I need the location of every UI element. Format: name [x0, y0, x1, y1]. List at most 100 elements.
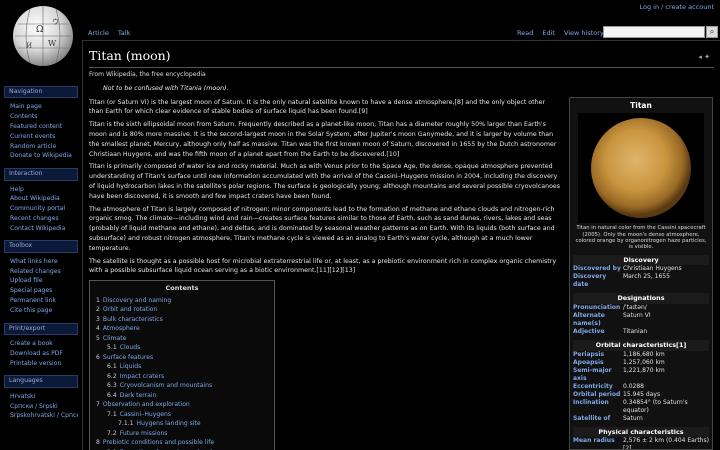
portlet-heading[interactable]: Print/export — [4, 322, 78, 335]
svg-text:Ω: Ω — [36, 25, 43, 35]
toc-item[interactable]: 7.2 Future missions — [96, 429, 268, 439]
toc-item[interactable]: 4 Atmosphere — [96, 324, 268, 334]
toc-item[interactable]: 6.3 Cryovolcanism and mountains — [96, 381, 268, 391]
infobox-label[interactable]: Orbital period — [573, 391, 623, 399]
sidebar-item-download-pdf[interactable]: Download as PDF — [4, 349, 78, 359]
article-paragraph: Titan is primarily composed of water ice… — [89, 163, 561, 200]
toc-item[interactable]: 6.4 Dark terrain — [96, 391, 268, 401]
infobox-label[interactable]: Discovered by — [573, 265, 623, 273]
toc-item[interactable]: 1 Discovery and naming — [96, 296, 268, 306]
sidebar-item-donate[interactable]: Donate to Wikipedia — [4, 151, 78, 161]
sidebar-item-language[interactable]: Hrvatski — [4, 392, 78, 402]
toc-title: Contents — [165, 284, 199, 293]
sidebar-item-permanent-link[interactable]: Permanent link — [4, 296, 78, 306]
sidebar-item-recent-changes[interactable]: Recent changes — [4, 214, 78, 224]
infobox-row: Discovered by Christiaan Huygens — [573, 265, 709, 273]
infobox-label[interactable]: Pronunciation — [573, 304, 623, 312]
infobox-label[interactable]: Periapsis — [573, 351, 623, 359]
infobox-row: Discovery date March 25, 1655 — [573, 273, 709, 289]
infobox-value: Christiaan Huygens — [623, 265, 682, 273]
infobox-row: Semi-major axis 1,221,870 km — [573, 367, 709, 383]
sidebar-item-create-book[interactable]: Create a book — [4, 339, 78, 349]
toc-item[interactable]: 8 Prebiotic conditions and possible life — [96, 438, 268, 448]
infobox-section-heading: Orbital characteristics[1] — [573, 340, 709, 351]
infobox-value: /ˈtaɪtən/ — [623, 304, 647, 312]
toc-item[interactable]: 3 Bulk characteristics — [96, 315, 268, 325]
infobox-caption: Titan in natural color from the Cassini … — [575, 225, 707, 251]
toc-item[interactable]: 2 Orbit and rotation — [96, 305, 268, 315]
infobox-label[interactable]: Satellite of — [573, 415, 623, 423]
toc-number: 7.1.1 — [118, 420, 134, 428]
infobox-label[interactable]: Inclination — [573, 399, 623, 415]
infobox-label[interactable]: Alternate name(s) — [573, 312, 623, 328]
personal-login-link[interactable]: Log in / create account — [639, 3, 714, 12]
infobox-value: March 25, 1655 — [623, 273, 670, 281]
featured-star-icon[interactable]: ✦ — [704, 53, 710, 61]
toc-number: 1 — [96, 296, 100, 304]
infobox-row: Alternate name(s) Saturn VI — [573, 312, 709, 328]
view-tabs: Read Edit View history — [517, 29, 604, 38]
infobox-value: 2,576 ± 2 km (0.404 Earths)[2] — [623, 437, 709, 450]
toc-item[interactable]: 6.2 Impact craters — [96, 372, 268, 382]
toc-number: 8 — [96, 439, 100, 447]
infobox-label[interactable]: Adjective — [573, 328, 623, 336]
toc-item[interactable]: 7 Observation and exploration — [96, 400, 268, 410]
search-button[interactable]: ⌕ — [706, 26, 718, 38]
portlet-heading[interactable]: Toolbox — [4, 240, 78, 253]
sidebar-item-contact[interactable]: Contact Wikipedia — [4, 224, 78, 234]
toc-item[interactable]: 5.1 Clouds — [96, 343, 268, 353]
portlet-heading[interactable]: Languages — [4, 375, 78, 388]
sidebar-item-language[interactable]: Српски / Srpski — [4, 402, 78, 412]
sidebar-item-related-changes[interactable]: Related changes — [4, 267, 78, 277]
infobox-label[interactable]: Semi-major axis — [573, 367, 623, 383]
tab-read[interactable]: Read — [517, 29, 533, 38]
infobox-value: 1,221,870 km — [623, 366, 665, 374]
sidebar-item-what-links-here[interactable]: What links here — [4, 257, 78, 267]
audio-icon[interactable]: ◂ — [698, 53, 702, 61]
sidebar-item-about[interactable]: About Wikipedia — [4, 194, 78, 204]
tab-article[interactable]: Article — [88, 29, 109, 38]
infobox-value: 0.34854° (to Saturn's equator) — [623, 398, 688, 414]
portlet-heading[interactable]: Navigation — [4, 86, 78, 99]
infobox-label[interactable]: Discovery date — [573, 273, 623, 289]
tab-view-history[interactable]: View history — [564, 29, 604, 38]
toc-label: Discovery and naming — [102, 296, 172, 304]
sidebar-item-random-article[interactable]: Random article — [4, 142, 78, 152]
infobox-row: Apoapsis 1,257,060 km — [573, 359, 709, 367]
tab-talk[interactable]: Talk — [118, 29, 130, 38]
titan-image[interactable] — [578, 113, 704, 224]
infobox-label[interactable]: Eccentricity — [573, 383, 623, 391]
sidebar-item-printable-version[interactable]: Printable version — [4, 359, 78, 369]
infobox-label[interactable]: Apoapsis — [573, 359, 623, 367]
portlet-heading[interactable]: Interaction — [4, 168, 78, 181]
toc-item[interactable]: 6 Surface features — [96, 353, 268, 363]
toc-item[interactable]: 6.1 Liquids — [96, 362, 268, 372]
portlet-interaction: Interaction Help About Wikipedia Communi… — [4, 168, 78, 233]
sidebar-item-cite-page[interactable]: Cite this page — [4, 306, 78, 316]
tab-edit[interactable]: Edit — [542, 29, 555, 38]
toc-label: Climate — [102, 334, 127, 342]
sidebar-item-contents[interactable]: Contents — [4, 112, 78, 122]
sidebar-item-upload-file[interactable]: Upload file — [4, 276, 78, 286]
toc-number: 7 — [96, 401, 100, 409]
sidebar-item-featured-content[interactable]: Featured content — [4, 122, 78, 132]
infobox-row: Pronunciation/ˈtaɪtən/ — [573, 304, 709, 312]
toc-label: Impact craters — [119, 372, 165, 380]
sidebar-item-help[interactable]: Help — [4, 185, 78, 195]
sidebar-item-current-events[interactable]: Current events — [4, 132, 78, 142]
sidebar-item-community-portal[interactable]: Community portal — [4, 204, 78, 214]
sidebar-item-language[interactable]: Srpskohrvatski / Српскохрватски — [4, 411, 78, 421]
search-input[interactable] — [603, 26, 705, 38]
toc-label: Future missions — [119, 429, 168, 437]
infobox-label[interactable]: Mean radius — [573, 437, 623, 449]
search-icon: ⌕ — [709, 27, 715, 36]
toc-item[interactable]: 5 Climate — [96, 334, 268, 344]
toc-item[interactable]: 7.1 Cassini–Huygens — [96, 410, 268, 420]
svg-text:W: W — [48, 39, 57, 48]
wikipedia-globe-logo[interactable]: Ω W И ウ — [8, 2, 78, 74]
infobox-row: Periapsis 1,186,680 km — [573, 351, 709, 359]
toc-item[interactable]: 7.1.1 Huygens landing site — [96, 419, 268, 429]
page-title: Titan (moon) — [89, 48, 714, 68]
sidebar-item-main-page[interactable]: Main page — [4, 102, 78, 112]
sidebar-item-special-pages[interactable]: Special pages — [4, 286, 78, 296]
